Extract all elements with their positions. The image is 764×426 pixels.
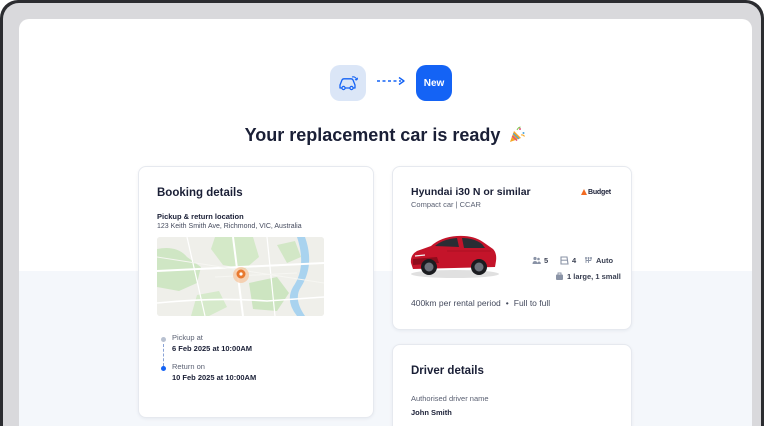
page-background bbox=[19, 271, 752, 426]
transmission-value: Auto bbox=[596, 256, 614, 265]
app-screen: New Your replacement car is ready Bookin… bbox=[19, 19, 752, 426]
pickup-dot bbox=[161, 337, 166, 342]
terms-separator: • bbox=[505, 298, 509, 308]
driver-details-heading: Driver details bbox=[411, 365, 484, 377]
doors-spec: 4 bbox=[560, 256, 576, 265]
fuel-policy: Full to full bbox=[513, 298, 551, 308]
driver-name: John Smith bbox=[411, 408, 452, 417]
location-map[interactable] bbox=[157, 237, 324, 316]
transmission-spec: Auto bbox=[584, 256, 613, 265]
seats-spec: 5 bbox=[532, 256, 548, 265]
new-step-label: New bbox=[423, 77, 445, 89]
page-title: Your replacement car is ready bbox=[19, 125, 752, 146]
old-booking-step bbox=[330, 65, 366, 101]
passenger-icon bbox=[532, 256, 541, 264]
luggage-icon bbox=[556, 272, 563, 280]
driver-details-card: Driver details Authorised driver name Jo… bbox=[392, 344, 632, 426]
car-image bbox=[410, 235, 499, 278]
return-label: Return on bbox=[172, 362, 205, 371]
new-booking-step: New bbox=[416, 65, 452, 101]
booking-details-card: Booking details Pickup & return location… bbox=[138, 166, 374, 418]
brand-name: Budget bbox=[588, 188, 611, 196]
gearbox-icon bbox=[585, 257, 592, 263]
timeline-connector bbox=[163, 344, 164, 366]
doors-value: 4 bbox=[572, 256, 577, 265]
rental-terms: 400km per rental period • Full to full bbox=[411, 298, 550, 308]
return-datetime: 10 Feb 2025 at 10:00AM bbox=[172, 373, 257, 382]
pickup-label: Pickup at bbox=[172, 333, 203, 342]
booking-details-heading: Booking details bbox=[157, 187, 243, 199]
location-label: Pickup & return location bbox=[157, 212, 244, 221]
location-address: 123 Keith Smith Ave, Richmond, VIC, Aust… bbox=[157, 223, 302, 230]
page-title-text: Your replacement car is ready bbox=[244, 125, 501, 145]
pickup-datetime: 6 Feb 2025 at 10:00AM bbox=[172, 344, 253, 353]
progress-arrow-icon bbox=[377, 76, 405, 86]
seats-value: 5 bbox=[544, 256, 549, 265]
car-class: Compact car | CCAR bbox=[411, 200, 481, 209]
budget-mark-icon bbox=[581, 189, 587, 195]
device-frame: New Your replacement car is ready Bookin… bbox=[0, 0, 764, 426]
luggage-value: 1 large, 1 small bbox=[567, 272, 621, 281]
map-graphic bbox=[157, 237, 324, 316]
vehicle-card: Hyundai i30 N or similar Compact car | C… bbox=[392, 166, 632, 330]
car-name: Hyundai i30 N or similar bbox=[411, 186, 531, 198]
driver-name-label: Authorised driver name bbox=[411, 394, 489, 403]
car-swap-icon bbox=[339, 76, 359, 91]
mileage-allowance: 400km per rental period bbox=[411, 298, 501, 308]
device-bezel: New Your replacement car is ready Bookin… bbox=[3, 3, 761, 426]
door-icon bbox=[560, 256, 569, 265]
return-dot bbox=[161, 366, 166, 371]
luggage-spec: 1 large, 1 small bbox=[555, 272, 621, 281]
budget-logo: Budget bbox=[581, 187, 613, 197]
party-popper-icon bbox=[510, 126, 526, 142]
